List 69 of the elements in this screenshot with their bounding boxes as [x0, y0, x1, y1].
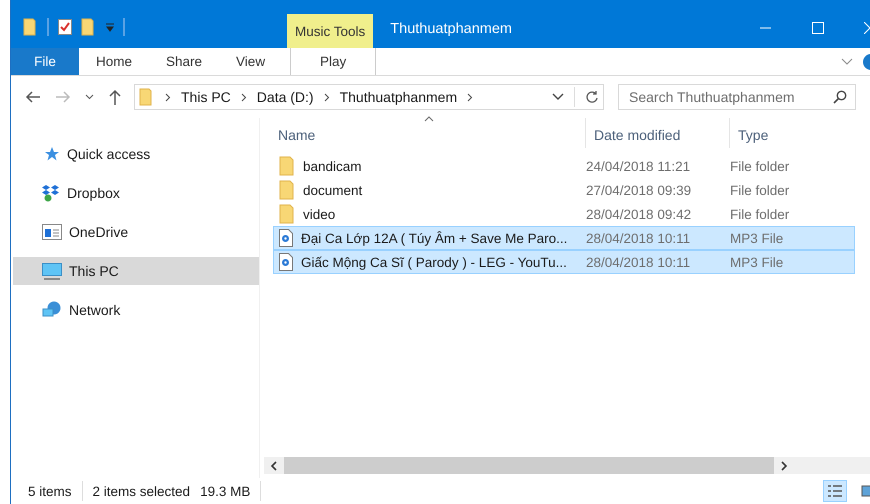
item-count: 5 items	[28, 484, 72, 498]
maximize-icon[interactable]	[812, 22, 824, 34]
file-row[interactable]: video 28/04/2018 09:42 File folder	[273, 202, 855, 226]
file-row[interactable]: Đại Ca Lớp 12A ( Túy Âm + Save Me Paro... 28/04/2018 10:11 MP3 File	[273, 226, 855, 250]
horizontal-scrollbar[interactable]	[264, 457, 870, 474]
column-header[interactable]: Name	[266, 118, 586, 148]
sidebar-item[interactable]: This PC	[13, 257, 259, 285]
scrollbar-thumb[interactable]	[284, 457, 774, 474]
file-row[interactable]: bandicam 24/04/2018 11:21 File folder	[273, 154, 855, 178]
folder-icon	[279, 180, 295, 200]
date-cell-text: 28/04/2018 10:11	[586, 230, 692, 246]
context-tab-header: Music Tools	[287, 14, 374, 48]
details-list-icon	[827, 484, 843, 498]
address-field[interactable]: This PC Data (D:) Thuthuatphanmem	[134, 84, 604, 110]
ribbon-tab[interactable]: Play	[290, 48, 376, 75]
sidebar-item[interactable]: Dropbox	[13, 179, 259, 207]
file-name: Giấc Mộng Ca Sĩ ( Parody ) - LEG - YouTu...	[301, 254, 567, 270]
folder-icon	[279, 156, 295, 176]
monitor-icon	[42, 262, 62, 280]
type-cell: MP3 File	[730, 230, 784, 246]
sort-caret-icon	[424, 116, 434, 122]
sidebar-item[interactable]: Quick access	[13, 140, 259, 168]
sidebar-item[interactable]: OneDrive	[13, 218, 259, 246]
type-cell: File folder	[730, 182, 790, 198]
file-name: document	[303, 182, 362, 198]
file-name: bandicam	[303, 158, 362, 174]
up-arrow-icon[interactable]	[108, 89, 122, 105]
breadcrumb[interactable]: Data (D:)	[256, 89, 314, 105]
selection-count: 2 items selected	[92, 484, 190, 498]
date-cell-text: 24/04/2018 11:21	[586, 158, 692, 174]
scroll-right-icon[interactable]	[780, 460, 788, 470]
search-icon	[833, 90, 847, 104]
dropdown-icon[interactable]	[105, 22, 115, 32]
chevron-right-icon[interactable]	[165, 92, 171, 102]
chevron-right-icon[interactable]	[467, 92, 474, 102]
breadcrumb[interactable]: This PC	[181, 89, 231, 105]
type-cell: MP3 File	[730, 254, 784, 270]
file-row[interactable]: document 27/04/2018 09:39 File folder	[273, 178, 855, 202]
scroll-left-icon[interactable]	[270, 460, 278, 470]
type-cell: File folder	[730, 158, 790, 174]
selection-size: 19.3 MB	[200, 484, 250, 498]
window-title: Thuthuatphanmem	[390, 20, 512, 39]
audio-file-icon	[279, 253, 293, 271]
chevron-right-icon[interactable]	[240, 92, 247, 102]
breadcrumb[interactable]: Thuthuatphanmem	[340, 89, 458, 105]
date-cell-text: 28/04/2018 09:42	[586, 206, 692, 222]
column-header[interactable]: Date modified	[586, 118, 730, 148]
search-field[interactable]: Search Thuthuatphanmem	[618, 84, 856, 110]
date-cell-text: 28/04/2018 10:11	[586, 254, 692, 270]
properties-icon[interactable]	[57, 18, 73, 36]
dropbox-icon	[42, 184, 60, 202]
chevron-right-icon[interactable]	[324, 92, 330, 102]
refresh-icon[interactable]	[585, 90, 599, 104]
window-icon	[42, 224, 62, 240]
type-cell: File folder	[730, 206, 790, 222]
file-row[interactable]: Giấc Mộng Ca Sĩ ( Parody ) - LEG - YouTu... 28/04/2018 10:11 MP3 File	[273, 250, 855, 274]
column-header[interactable]: Type	[730, 118, 850, 148]
back-arrow-icon[interactable]	[25, 90, 41, 104]
sidebar-item[interactable]: Network	[13, 296, 259, 324]
folder-icon	[279, 204, 295, 224]
details-view-button[interactable]	[823, 480, 847, 502]
date-cell-text: 27/04/2018 09:39	[586, 182, 692, 198]
chevron-down-icon[interactable]	[85, 94, 94, 100]
file-name: video	[303, 206, 336, 222]
file-name: Đại Ca Lớp 12A ( Túy Âm + Save Me Paro...	[301, 230, 568, 246]
audio-file-icon	[279, 229, 293, 247]
network-icon	[42, 301, 62, 319]
chevron-down-icon[interactable]	[552, 93, 564, 101]
ribbon-tab[interactable]: File	[11, 48, 79, 75]
